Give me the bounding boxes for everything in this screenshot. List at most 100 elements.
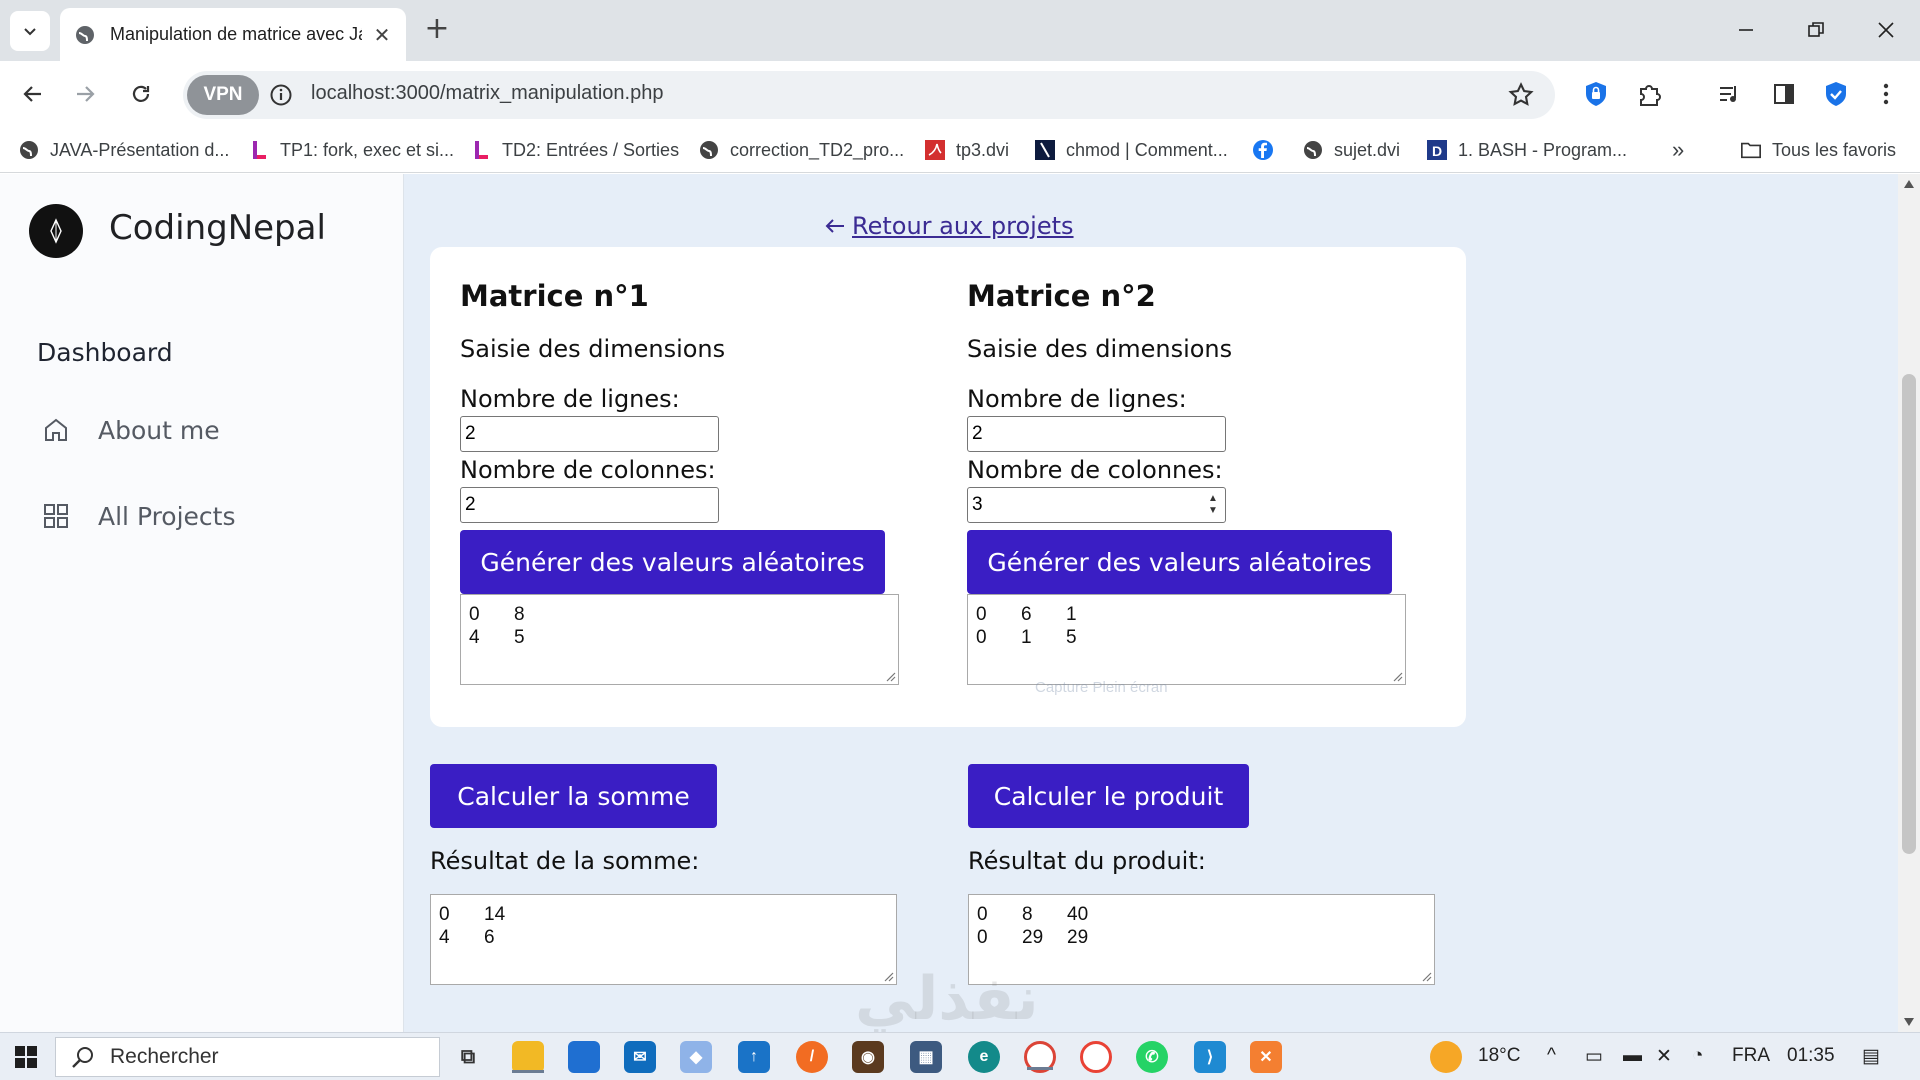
tab-search-button[interactable]: [10, 11, 50, 51]
edge-icon[interactable]: e: [968, 1041, 1000, 1073]
media-control-button[interactable]: [1712, 76, 1748, 112]
sidebar-heading[interactable]: Dashboard: [37, 338, 173, 367]
task-view-icon[interactable]: ⧉: [452, 1041, 484, 1073]
reload-icon: [132, 85, 150, 102]
extensions-button[interactable]: [1632, 76, 1668, 112]
restore-button[interactable]: [1794, 12, 1838, 48]
resize-grip-icon[interactable]: [884, 670, 896, 682]
notification-icon[interactable]: ▤: [1862, 1045, 1880, 1068]
scroll-up-icon[interactable]: [1904, 180, 1914, 188]
matrix-2-rows-input[interactable]: 2: [967, 416, 1226, 452]
browser-tab[interactable]: Manipulation de matrice avec Já ✕: [60, 8, 406, 61]
matrix-1-rows-input[interactable]: 2: [460, 416, 719, 452]
sidebar-item-all-projects[interactable]: All Projects: [40, 496, 236, 536]
store-icon[interactable]: [568, 1041, 600, 1073]
app-icon[interactable]: ◉: [852, 1041, 884, 1073]
bookmark-item[interactable]: chmod | Comment...: [1034, 137, 1228, 163]
app-icon[interactable]: ◆: [680, 1041, 712, 1073]
calculate-product-button[interactable]: Calculer le produit: [968, 764, 1249, 828]
tab-close-icon[interactable]: ✕: [372, 25, 392, 45]
windows-start-icon[interactable]: [14, 1045, 38, 1069]
matrix-2-subtitle: Saisie des dimensions: [967, 335, 1233, 363]
backslash-icon: [1034, 139, 1056, 161]
spinner-down-icon[interactable]: ▼: [1208, 505, 1218, 517]
all-favorites-folder[interactable]: Tous les favoris: [1740, 137, 1896, 163]
bitwarden-extension[interactable]: [1578, 76, 1614, 112]
side-panel-button[interactable]: [1766, 76, 1802, 112]
brand-logo[interactable]: [29, 204, 83, 258]
bookmark-item[interactable]: correction_TD2_pro...: [698, 137, 904, 163]
mail-icon[interactable]: ✉: [624, 1041, 656, 1073]
chevron-up-icon[interactable]: ^: [1547, 1045, 1556, 1067]
bookmark-item[interactable]: JAVA-Présentation d...: [18, 137, 229, 163]
address-bar[interactable]: VPN localhost:3000/matrix_manipulation.p…: [183, 71, 1555, 119]
bookmark-item[interactable]: TP1: fork, exec et si...: [248, 137, 454, 163]
matrix-2-cols-input[interactable]: 3 ▲ ▼: [967, 487, 1226, 523]
security-extension[interactable]: [1818, 76, 1854, 112]
app-icon[interactable]: ↑: [738, 1041, 770, 1073]
resize-grip-icon[interactable]: [1420, 970, 1432, 982]
url-text[interactable]: localhost:3000/matrix_manipulation.php: [311, 82, 663, 105]
number-spinner[interactable]: ▲ ▼: [1204, 490, 1222, 520]
page-scrollbar[interactable]: [1898, 174, 1920, 1032]
language-indicator[interactable]: FRA: [1732, 1045, 1770, 1067]
sum-result-textarea[interactable]: 0 14 46: [430, 894, 897, 985]
app-icon[interactable]: ▦: [910, 1041, 942, 1073]
wifi-icon[interactable]: ◔: [1692, 1045, 1703, 1067]
calculate-sum-button[interactable]: Calculer la somme: [430, 764, 717, 828]
back-to-projects-link[interactable]: Retour aux projets: [824, 212, 1074, 240]
resize-grip-icon[interactable]: [1391, 670, 1403, 682]
folder-icon: [1740, 139, 1762, 161]
matrix-1-subtitle: Saisie des dimensions: [460, 335, 726, 363]
info-icon[interactable]: [269, 83, 293, 107]
star-icon[interactable]: [1507, 81, 1535, 109]
new-tab-button[interactable]: +: [420, 14, 454, 48]
scroll-down-icon[interactable]: [1904, 1018, 1914, 1026]
matrix-1-values-textarea[interactable]: 08 45: [460, 594, 899, 685]
vpn-badge[interactable]: VPN: [187, 75, 259, 115]
matrix-cell: 6: [484, 927, 495, 948]
matrix-2-generate-button[interactable]: Générer des valeurs aléatoires: [967, 530, 1392, 594]
back-button[interactable]: [14, 75, 52, 113]
app-icon[interactable]: /: [796, 1041, 828, 1073]
search-placeholder: Rechercher: [110, 1045, 219, 1068]
chrome-icon[interactable]: [1080, 1041, 1112, 1073]
volume-muted-icon[interactable]: ✕: [1656, 1045, 1672, 1068]
d-icon: D: [1426, 139, 1448, 161]
browser-menu-button[interactable]: [1868, 76, 1904, 112]
brand-name[interactable]: CodingNepal: [109, 208, 326, 248]
vscode-icon[interactable]: ⟩: [1194, 1041, 1226, 1073]
bookmark-item[interactable]: sujet.dvi: [1302, 137, 1400, 163]
bookmark-item[interactable]: TD2: Entrées / Sorties: [470, 137, 679, 163]
sidebar-item-about-me[interactable]: About me: [40, 410, 220, 450]
matrix-row: 0 6 1: [976, 603, 1397, 626]
forward-button[interactable]: [66, 75, 104, 113]
bookmark-item[interactable]: tp3.dvi: [924, 137, 1009, 163]
matrix-1-generate-button[interactable]: Générer des valeurs aléatoires: [460, 530, 885, 594]
matrix-2-values-textarea[interactable]: 061 015: [967, 594, 1406, 685]
bookmark-item[interactable]: D 1. BASH - Program...: [1426, 137, 1627, 163]
diamond-logo-icon: [50, 218, 62, 244]
globe-icon: [18, 139, 40, 161]
file-explorer-icon[interactable]: [512, 1041, 544, 1073]
clock[interactable]: 01:35: [1787, 1045, 1835, 1067]
bookmark-facebook[interactable]: [1252, 137, 1284, 163]
close-window-button[interactable]: [1864, 12, 1908, 48]
matrices-card: Matrice n°1 Saisie des dimensions Nombre…: [430, 247, 1466, 727]
weather-temperature[interactable]: 18°C: [1478, 1045, 1520, 1067]
weather-icon[interactable]: [1430, 1041, 1462, 1073]
more-bookmarks-button[interactable]: »: [1672, 137, 1684, 163]
shield-check-icon: [1826, 82, 1846, 106]
chrome-icon[interactable]: [1024, 1041, 1056, 1073]
scroll-thumb[interactable]: [1902, 374, 1916, 854]
xampp-icon[interactable]: ✕: [1250, 1041, 1282, 1073]
taskbar-search[interactable]: Rechercher: [55, 1037, 440, 1077]
reload-button[interactable]: [122, 75, 160, 113]
whatsapp-icon[interactable]: ✆: [1136, 1041, 1168, 1073]
minimize-button[interactable]: [1724, 12, 1768, 48]
matrix-1-cols-label: Nombre de colonnes:: [460, 456, 716, 484]
matrix-1-cols-input[interactable]: 2: [460, 487, 719, 523]
device-icon[interactable]: ▭: [1585, 1045, 1603, 1068]
spinner-up-icon[interactable]: ▲: [1208, 493, 1218, 505]
battery-icon[interactable]: ▬: [1623, 1045, 1642, 1067]
